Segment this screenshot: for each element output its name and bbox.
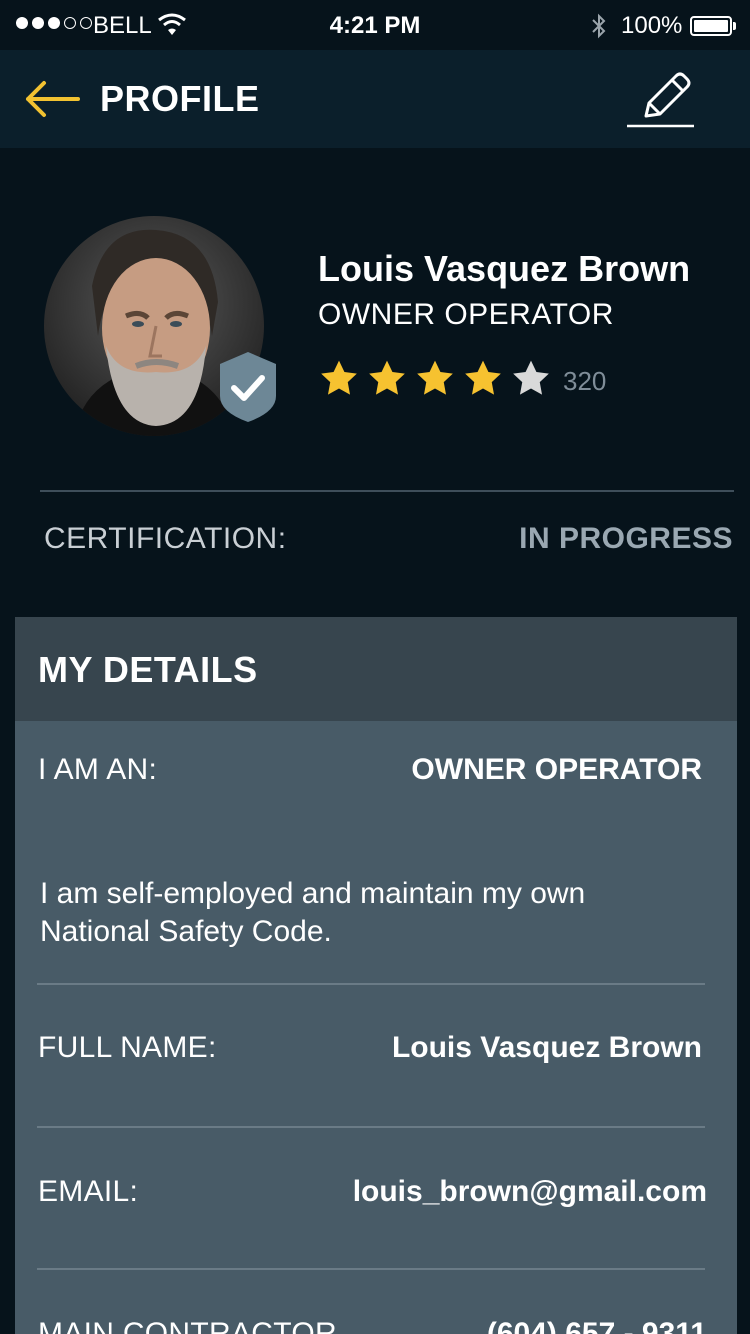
navigation-bar: PROFILE — [0, 50, 750, 148]
divider — [37, 1126, 705, 1128]
profile-role: OWNER OPERATOR — [318, 298, 614, 331]
i-am-label: I AM AN: — [38, 753, 158, 786]
divider — [37, 983, 705, 985]
battery-nub — [733, 22, 736, 30]
arrow-left-icon[interactable] — [22, 76, 82, 122]
details-title: MY DETAILS — [38, 649, 258, 690]
divider — [37, 1268, 705, 1270]
details-card-header: MY DETAILS — [15, 617, 737, 721]
email-value: louis_brown@gmail.com — [352, 1175, 707, 1208]
page-title: PROFILE — [100, 78, 260, 119]
battery-icon — [690, 16, 732, 36]
details-card: MY DETAILS I AM AN: OWNER OPERATOR I am … — [15, 617, 737, 1334]
divider — [40, 490, 734, 492]
star-icon — [321, 360, 357, 395]
email-label: EMAIL: — [38, 1175, 139, 1208]
star-icon — [369, 360, 405, 395]
full-name-value: Louis Vasquez Brown — [391, 1031, 702, 1064]
battery-percentage: 100% — [621, 12, 683, 39]
main-contractor-value: (604) 657 - 9311 — [486, 1317, 707, 1334]
star-icon — [417, 360, 453, 395]
profile-screen: BELL 4:21 PM 100% PROFILE Louis Vasquez … — [0, 0, 750, 1334]
pencil-icon[interactable] — [624, 68, 696, 130]
star-icon — [465, 360, 501, 395]
rating-count: 320 — [563, 366, 607, 396]
full-name-label: FULL NAME: — [38, 1031, 217, 1064]
status-bar: BELL 4:21 PM 100% — [0, 0, 750, 50]
profile-name: Louis Vasquez Brown — [318, 248, 691, 289]
role-description: I am self-employed and maintain my own N… — [40, 877, 586, 948]
star-icon — [513, 360, 549, 395]
shield-check-icon — [220, 352, 276, 422]
certification-status: IN PROGRESS — [519, 522, 733, 555]
main-contractor-label: MAIN CONTRACTOR — [38, 1317, 337, 1334]
bluetooth-icon — [592, 13, 606, 39]
star-rating — [318, 358, 552, 400]
i-am-value: OWNER OPERATOR — [411, 753, 702, 786]
certification-label: CERTIFICATION: — [44, 522, 287, 555]
